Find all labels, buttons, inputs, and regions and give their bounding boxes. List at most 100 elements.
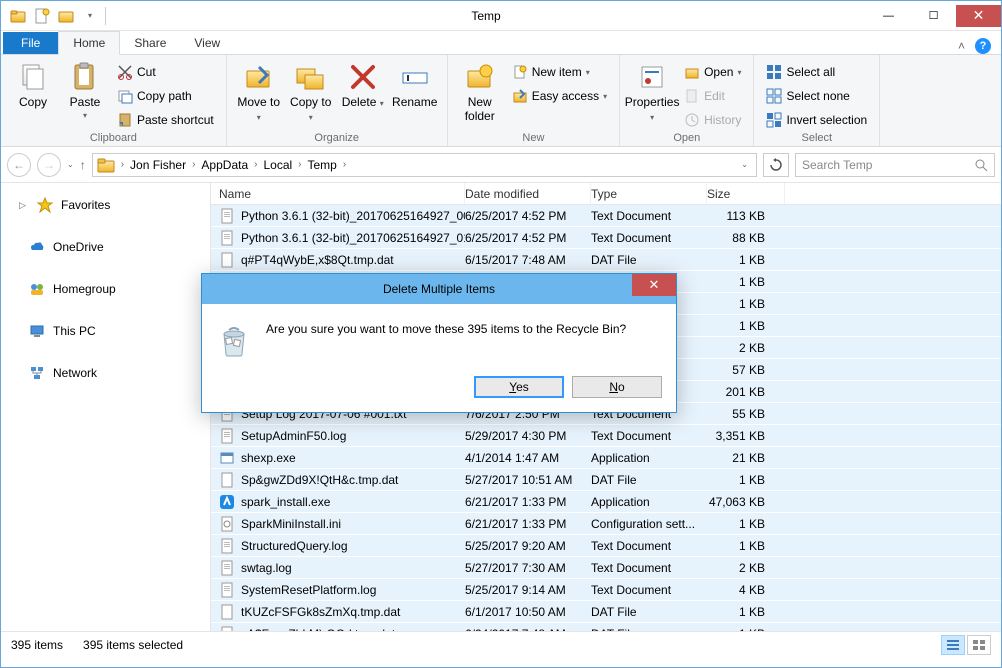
file-icon: [219, 582, 235, 598]
cut-button[interactable]: Cut: [113, 61, 218, 83]
select-none-button[interactable]: Select none: [762, 85, 871, 107]
qat-dropdown[interactable]: ▾: [81, 7, 99, 25]
table-row[interactable]: Python 3.6.1 (32-bit)_20170625164927_01.…: [211, 227, 1001, 249]
table-row[interactable]: SystemResetPlatform.log5/25/2017 9:14 AM…: [211, 579, 1001, 601]
window-title: Temp: [106, 9, 866, 23]
maximize-button[interactable]: ☐: [911, 5, 956, 27]
table-row[interactable]: SparkMiniInstall.ini6/21/2017 1:33 PMCon…: [211, 513, 1001, 535]
up-button[interactable]: ↑: [80, 158, 86, 172]
invert-selection-button[interactable]: Invert selection: [762, 109, 871, 131]
file-icon: [219, 516, 235, 532]
file-icon: [219, 626, 235, 632]
back-button[interactable]: ←: [7, 153, 31, 177]
group-open-label: Open: [628, 132, 745, 146]
table-row[interactable]: SetupAdminF50.log5/29/2017 4:30 PMText D…: [211, 425, 1001, 447]
move-to-button[interactable]: Move to ▾: [235, 59, 283, 123]
crumb-temp[interactable]: Temp: [308, 158, 337, 172]
nav-homegroup[interactable]: Homegroup: [1, 277, 210, 301]
search-input[interactable]: Search Temp: [795, 153, 995, 177]
window-controls: — ☐ ✕: [866, 5, 1001, 27]
dialog-message: Are you sure you want to move these 395 …: [266, 322, 626, 336]
table-row[interactable]: q#PT4qWybE,x$8Qt.tmp.dat6/15/2017 7:48 A…: [211, 249, 1001, 271]
select-all-button[interactable]: Select all: [762, 61, 871, 83]
status-count: 395 items: [11, 638, 63, 652]
status-bar: 395 items 395 items selected: [1, 631, 1001, 657]
file-icon: [219, 472, 235, 488]
group-select-label: Select: [762, 132, 871, 146]
status-selected: 395 items selected: [83, 638, 183, 652]
file-icon: [219, 538, 235, 554]
icons-view-button[interactable]: [967, 635, 991, 655]
breadcrumb[interactable]: › Jon Fisher› AppData› Local› Temp› ⌄: [92, 153, 757, 177]
nav-network[interactable]: Network: [1, 361, 210, 385]
group-organize-label: Organize: [235, 132, 439, 146]
col-date: Date modified: [465, 183, 591, 204]
file-icon: [219, 604, 235, 620]
tab-file[interactable]: File: [3, 32, 58, 54]
file-icon: [219, 208, 235, 224]
refresh-button[interactable]: [763, 153, 789, 177]
navigation-pane: ▷Favorites OneDrive Homegroup This PC Ne…: [1, 183, 211, 631]
forward-button[interactable]: →: [37, 153, 61, 177]
copy-path-button[interactable]: Copy path: [113, 85, 218, 107]
file-icon: [219, 252, 235, 268]
nav-this-pc[interactable]: This PC: [1, 319, 210, 343]
new-item-button[interactable]: New item ▾: [508, 61, 611, 83]
file-icon: [219, 230, 235, 246]
paste-button[interactable]: Paste▾: [61, 59, 109, 120]
collapse-ribbon-icon[interactable]: ˄: [958, 39, 965, 53]
file-icon: [219, 494, 235, 510]
crumb-appdata[interactable]: AppData: [201, 158, 248, 172]
table-row[interactable]: Python 3.6.1 (32-bit)_20170625164927_00.…: [211, 205, 1001, 227]
open-folder-icon[interactable]: [57, 7, 75, 25]
history-dropdown[interactable]: ⌄: [67, 160, 74, 169]
tab-view[interactable]: View: [180, 32, 234, 54]
dialog-close-button[interactable]: ✕: [632, 274, 676, 296]
recycle-bin-icon: [216, 322, 252, 358]
dialog-yes-button[interactable]: Yes: [474, 376, 564, 398]
group-clipboard-label: Clipboard: [9, 132, 218, 146]
table-row[interactable]: swtag.log5/27/2017 7:30 AMText Document2…: [211, 557, 1001, 579]
properties-button[interactable]: Properties ▾: [628, 59, 676, 123]
tab-share[interactable]: Share: [120, 32, 180, 54]
dialog-title: Delete Multiple Items: [383, 282, 495, 296]
column-headers[interactable]: Name Date modified Type Size: [211, 183, 1001, 205]
folder-icon[interactable]: [9, 7, 27, 25]
search-icon: [974, 158, 988, 172]
rename-button[interactable]: Rename: [391, 59, 439, 109]
table-row[interactable]: vA$FgpsZhLM),QOd.tmp.dat6/24/2017 7:48 A…: [211, 623, 1001, 631]
minimize-button[interactable]: —: [866, 5, 911, 27]
group-new-label: New: [456, 132, 611, 146]
open-button[interactable]: Open ▾: [680, 61, 745, 83]
dialog-titlebar[interactable]: Delete Multiple Items ✕: [202, 274, 676, 304]
easy-access-button[interactable]: Easy access ▾: [508, 85, 611, 107]
table-row[interactable]: Sp&gwZDd9X!QtH&c.tmp.dat5/27/2017 10:51 …: [211, 469, 1001, 491]
help-icon[interactable]: ?: [975, 38, 991, 54]
crumb-local[interactable]: Local: [263, 158, 292, 172]
table-row[interactable]: shexp.exe4/1/2014 1:47 AMApplication21 K…: [211, 447, 1001, 469]
addr-dropdown[interactable]: ⌄: [737, 160, 752, 169]
ribbon-tabs: File Home Share View ˄ ?: [1, 31, 1001, 55]
table-row[interactable]: spark_install.exe6/21/2017 1:33 PMApplic…: [211, 491, 1001, 513]
paste-shortcut-button[interactable]: Paste shortcut: [113, 109, 218, 131]
new-folder-button[interactable]: New folder: [456, 59, 504, 123]
table-row[interactable]: tKUZcFSFGk8sZmXq.tmp.dat6/1/2017 10:50 A…: [211, 601, 1001, 623]
details-view-button[interactable]: [941, 635, 965, 655]
crumb-user[interactable]: Jon Fisher: [130, 158, 186, 172]
nav-favorites[interactable]: ▷Favorites: [1, 193, 210, 217]
col-size: Size: [707, 183, 785, 204]
close-button[interactable]: ✕: [956, 5, 1001, 27]
history-button[interactable]: History: [680, 109, 745, 131]
table-row[interactable]: StructuredQuery.log5/25/2017 9:20 AMText…: [211, 535, 1001, 557]
ribbon: Copy Paste▾ Cut Copy path Paste shortcut…: [1, 55, 1001, 147]
col-type: Type: [591, 183, 707, 204]
copy-to-button[interactable]: Copy to ▾: [287, 59, 335, 123]
nav-onedrive[interactable]: OneDrive: [1, 235, 210, 259]
edit-button[interactable]: Edit: [680, 85, 745, 107]
tab-home[interactable]: Home: [58, 31, 120, 55]
delete-button[interactable]: Delete ▾: [339, 59, 387, 109]
new-doc-icon[interactable]: [33, 7, 51, 25]
dialog-no-button[interactable]: No: [572, 376, 662, 398]
file-icon: [219, 450, 235, 466]
copy-button[interactable]: Copy: [9, 59, 57, 109]
